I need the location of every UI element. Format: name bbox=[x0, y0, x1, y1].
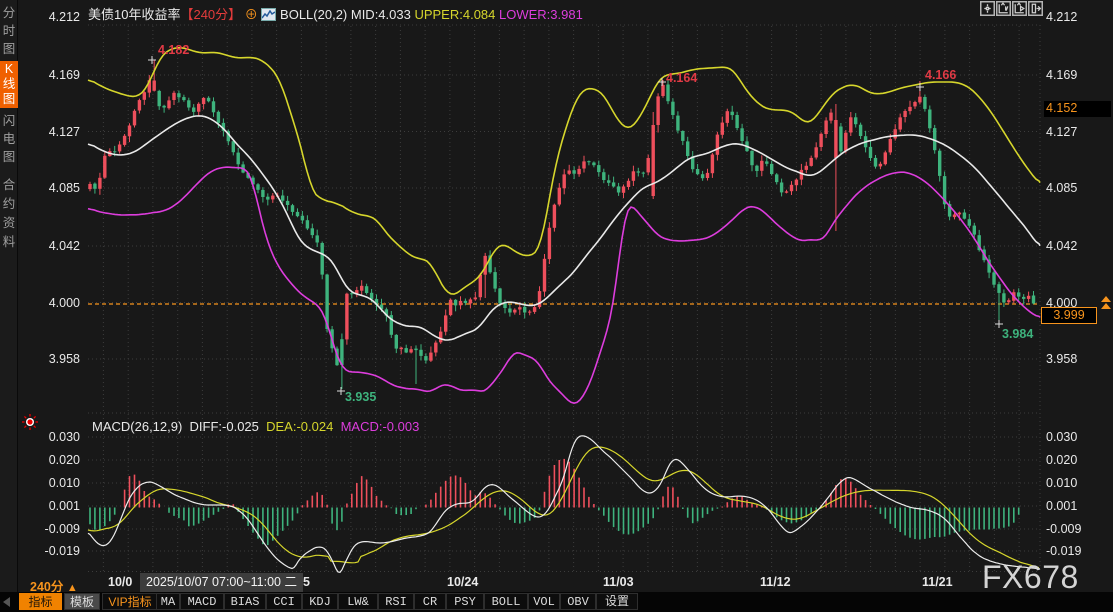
svg-text:3.984: 3.984 bbox=[1002, 327, 1033, 341]
svg-text:3.935: 3.935 bbox=[345, 390, 376, 404]
svg-text:4.182: 4.182 bbox=[158, 43, 189, 57]
svg-text:4.164: 4.164 bbox=[666, 71, 697, 85]
svg-text:4.166: 4.166 bbox=[925, 68, 956, 82]
